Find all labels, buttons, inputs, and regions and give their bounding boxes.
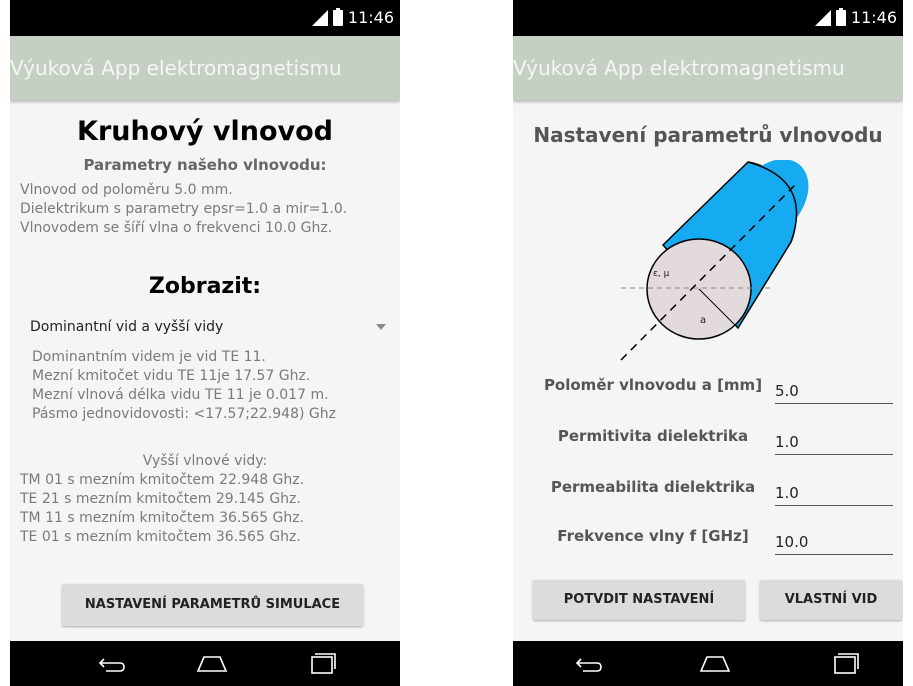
home-icon[interactable] xyxy=(196,651,228,675)
mode-dropdown[interactable]: Dominantní vid a vyšší vidy xyxy=(30,314,390,340)
dominant-line: Pásmo jednovidovosti: <17.57;22.948) Ghz xyxy=(32,406,336,422)
dominant-line: Mezní vlnová délka vidu TE 11 je 0.017 m… xyxy=(32,387,329,403)
battery-icon xyxy=(332,7,343,26)
status-time: 11:46 xyxy=(347,8,394,27)
permittivity-input[interactable]: 1.0 xyxy=(775,433,893,455)
higher-line: TM 11 s mezním kmitočtem 36.565 Ghz. xyxy=(20,510,305,526)
param-line: Vlnovod od poloměru 5.0 mm. xyxy=(20,182,233,198)
signal-icon xyxy=(310,9,328,26)
app-bar: Výuková App elektromagnetismu xyxy=(10,36,400,100)
radius-input[interactable]: 5.0 xyxy=(775,382,893,404)
right-screen: 11:46 Výuková App elektromagnetismu Nast… xyxy=(513,0,903,686)
waveguide-diagram: ε, μ a xyxy=(620,160,809,361)
eps-mu-label: ε, μ xyxy=(653,269,670,279)
left-screen: 11:46 Výuková App elektromagnetismu Kruh… xyxy=(10,0,400,686)
permittivity-input-value: 1.0 xyxy=(775,433,799,451)
back-icon[interactable] xyxy=(575,651,603,675)
permeability-input[interactable]: 1.0 xyxy=(775,484,893,506)
back-icon[interactable] xyxy=(98,651,126,675)
app-bar: Výuková App elektromagnetismu xyxy=(513,36,903,100)
dominant-text: Dominantním videm je vid TE 11. Mezní km… xyxy=(32,348,336,424)
recents-icon[interactable] xyxy=(833,651,859,675)
settings-title: Nastavení parametrů vlnovodu xyxy=(533,123,883,147)
higher-heading: Vyšší vlnové vidy: xyxy=(142,453,268,469)
params-heading: Parametry našeho vlnovodu: xyxy=(83,156,327,174)
dominant-line: Dominantním videm je vid TE 11. xyxy=(32,349,266,365)
nav-bar xyxy=(10,641,400,686)
frequency-field-label: Frekvence vlny f [GHz] xyxy=(557,527,749,545)
frequency-input-value: 10.0 xyxy=(775,533,809,551)
signal-icon xyxy=(813,9,831,26)
status-time: 11:46 xyxy=(850,8,897,27)
permeability-input-value: 1.0 xyxy=(775,484,799,502)
param-line: Dielektrikum s parametry epsr=1.0 a mir=… xyxy=(20,201,348,217)
dropdown-arrow-icon xyxy=(376,324,386,330)
param-line: Vlnovodem se šíří vlna o frekvenci 10.0 … xyxy=(20,220,333,236)
radius-input-value: 5.0 xyxy=(775,382,799,400)
nav-bar xyxy=(513,641,903,686)
custom-mode-button[interactable]: VLASTNÍ VID xyxy=(760,580,902,620)
permittivity-field-label: Permitivita dielektrika xyxy=(557,427,749,445)
show-heading: Zobrazit: xyxy=(148,274,262,299)
radius-field-label: Poloměr vlnovodu a [mm] xyxy=(543,376,763,394)
battery-icon xyxy=(835,7,846,26)
confirm-settings-button[interactable]: POTVDIT NASTAVENÍ xyxy=(533,580,745,620)
permeability-field-label: Permeabilita dielektrika xyxy=(550,478,756,496)
frequency-input[interactable]: 10.0 xyxy=(775,533,893,555)
page-title: Kruhový vlnovod xyxy=(77,116,333,147)
simulation-settings-button[interactable]: NASTAVENÍ PARAMETRŮ SIMULACE xyxy=(62,584,363,626)
higher-text: TM 01 s mezním kmitočtem 22.948 Ghz. TE … xyxy=(20,471,304,547)
app-title: Výuková App elektromagnetismu xyxy=(513,56,845,80)
status-bar: 11:46 xyxy=(10,0,400,36)
app-title: Výuková App elektromagnetismu xyxy=(10,56,342,80)
higher-line: TE 21 s mezním kmitočtem 29.145 Ghz. xyxy=(20,491,301,507)
radius-label: a xyxy=(700,315,706,326)
recents-icon[interactable] xyxy=(310,651,336,675)
home-icon[interactable] xyxy=(699,651,731,675)
dominant-line: Mezní kmitočet vidu TE 11je 17.57 Ghz. xyxy=(32,368,311,384)
higher-line: TM 01 s mezním kmitočtem 22.948 Ghz. xyxy=(20,472,305,488)
dropdown-value: Dominantní vid a vyšší vidy xyxy=(30,319,224,335)
status-bar: 11:46 xyxy=(513,0,903,36)
params-text: Vlnovod od poloměru 5.0 mm. Dielektrikum… xyxy=(20,181,347,238)
higher-line: TE 01 s mezním kmitočtem 36.565 Ghz. xyxy=(20,529,301,545)
